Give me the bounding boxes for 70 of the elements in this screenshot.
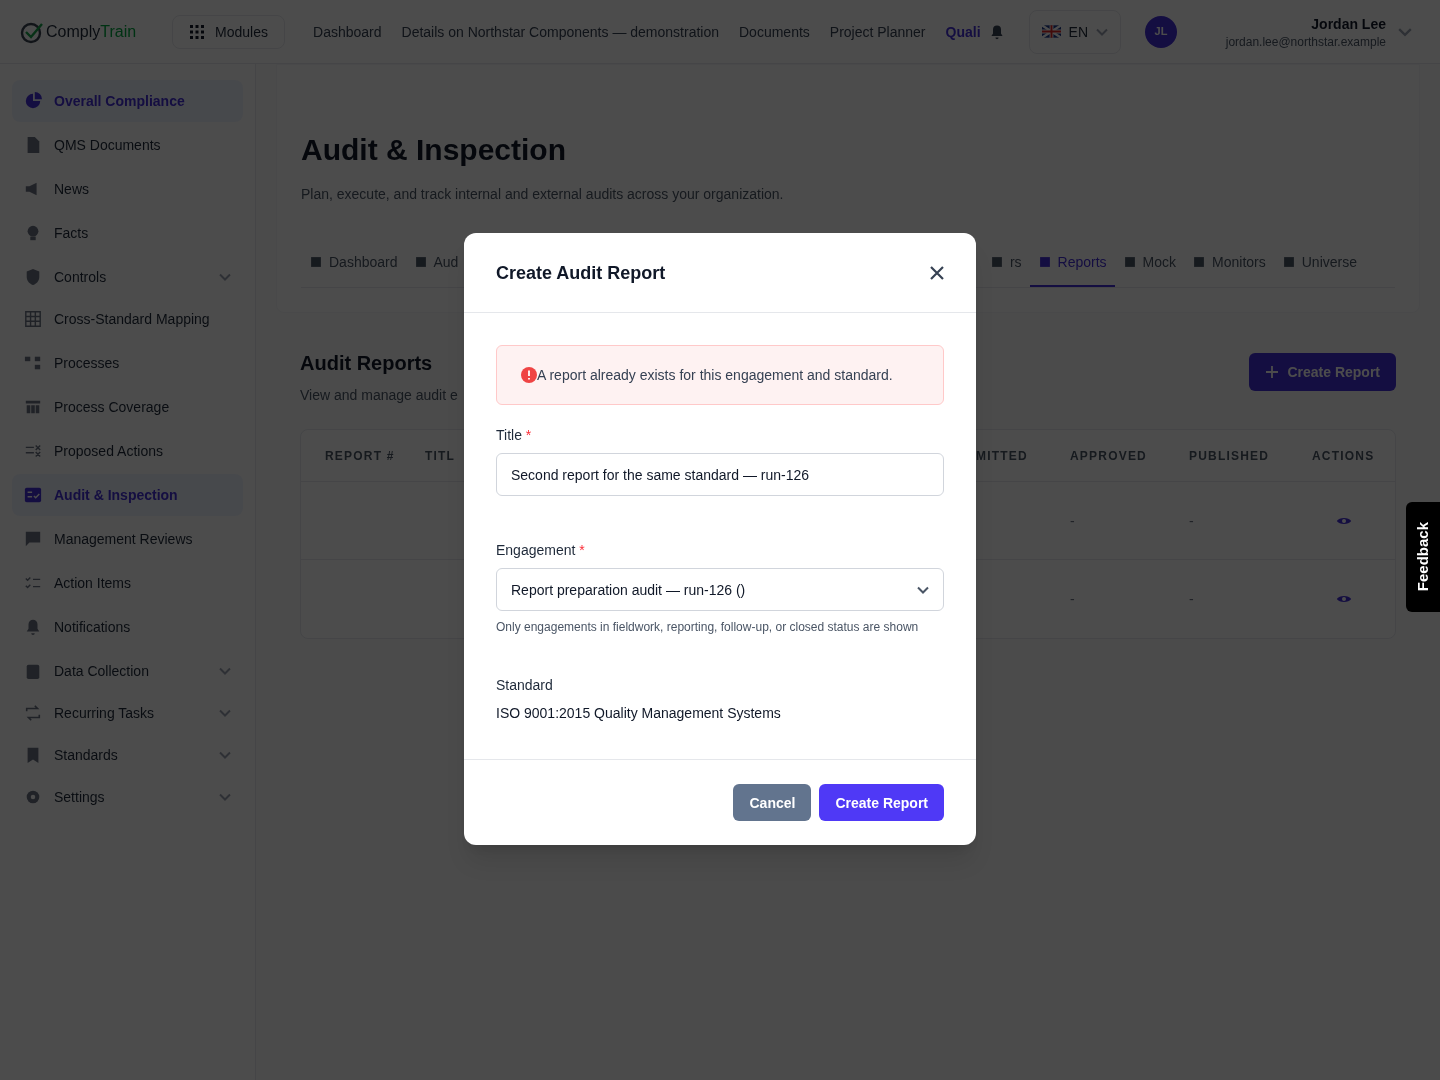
sidebar-item[interactable]: QMS Documents bbox=[12, 124, 243, 166]
nav-link[interactable]: Documents bbox=[739, 21, 810, 42]
standard-value: ISO 9001:2015 Quality Management Systems bbox=[496, 704, 782, 723]
sidebar-item[interactable]: Standards bbox=[12, 734, 243, 776]
section-title: Audit Reports bbox=[300, 351, 434, 376]
repeat-icon bbox=[24, 704, 42, 722]
columns-icon bbox=[24, 398, 42, 416]
table-cell: - bbox=[1189, 512, 1194, 529]
sidebar-item[interactable]: Recurring Tasks bbox=[12, 692, 243, 734]
required-asterisk: * bbox=[579, 542, 585, 558]
sidebar-item[interactable]: Facts bbox=[12, 212, 243, 254]
sidebar-item[interactable]: Data Collection bbox=[12, 650, 243, 692]
sidebar-item[interactable]: Processes bbox=[12, 342, 243, 384]
field-label: Standard bbox=[496, 677, 553, 693]
required-asterisk: * bbox=[525, 427, 532, 443]
chevron-down-icon bbox=[917, 585, 929, 594]
plus-icon bbox=[1265, 365, 1280, 379]
chevron-down-icon bbox=[219, 273, 231, 281]
nav-link[interactable]: Project Planner bbox=[829, 21, 926, 42]
cancel-button[interactable]: Cancel bbox=[733, 784, 812, 821]
table-cell: - bbox=[1070, 512, 1075, 529]
chevron-down-icon bbox=[219, 793, 231, 801]
page-title: Audit & Inspection bbox=[301, 132, 567, 168]
chevron-down-icon bbox=[219, 667, 231, 675]
field-label: Engagement bbox=[496, 542, 576, 558]
sidebar-item[interactable]: Process Coverage bbox=[12, 386, 243, 428]
table-cell: - bbox=[1189, 591, 1194, 607]
checklist-icon bbox=[24, 486, 42, 504]
chevron-down-icon bbox=[219, 751, 231, 759]
nav-link[interactable]: Details on Northstar Components — demonstration bbox=[401, 21, 719, 42]
language-selector[interactable]: EN bbox=[1028, 9, 1121, 54]
help-text: Only engagements in fieldwork, reporting, follow-up, or closed status are shown bbox=[496, 619, 920, 636]
list-check-icon bbox=[24, 442, 42, 460]
brand-logo-text[interactable]: ComplyTrain bbox=[46, 19, 137, 44]
flag-icon bbox=[1041, 25, 1061, 38]
shield-icon bbox=[24, 268, 42, 286]
user-name: Jordan Lee bbox=[1311, 14, 1386, 34]
sidebar-item[interactable]: Audit & Inspection bbox=[12, 474, 243, 516]
tab[interactable]: Reports bbox=[1029, 238, 1115, 287]
chevron-down-icon bbox=[1096, 27, 1108, 36]
sidebar-item[interactable]: Controls bbox=[12, 256, 243, 298]
chevron-down-icon bbox=[1398, 26, 1412, 37]
sidebar-item[interactable]: Cross-Standard Mapping bbox=[12, 298, 243, 340]
engagement-select[interactable]: Report preparation audit — run-126 () bbox=[496, 568, 944, 611]
title-input-field[interactable]: Second report for the same standard — run-126 bbox=[496, 453, 944, 496]
nav-link[interactable]: Dashboard bbox=[313, 21, 382, 42]
sidebar-item[interactable]: Action Items bbox=[12, 562, 243, 604]
flow-icon bbox=[24, 354, 42, 372]
error-icon bbox=[521, 367, 537, 383]
field-label: Title bbox=[496, 427, 522, 443]
grid-icon bbox=[24, 310, 42, 328]
clipboard-icon bbox=[24, 662, 42, 680]
error-message: A report already exists for this engagement and standard. bbox=[537, 366, 893, 385]
grid-dots-icon bbox=[189, 23, 206, 40]
chevron-down-icon bbox=[219, 709, 231, 717]
modal-title: Create Audit Report bbox=[496, 261, 666, 285]
pie-chart-icon bbox=[24, 92, 42, 110]
sidebar-item[interactable]: Notifications bbox=[12, 606, 243, 648]
sidebar-item[interactable]: Settings bbox=[12, 776, 243, 818]
sidebar-item[interactable]: Proposed Actions bbox=[12, 430, 243, 472]
feedback-tab[interactable]: Feedback bbox=[1406, 502, 1440, 612]
sidebar-item[interactable]: News bbox=[12, 168, 243, 210]
create-report-button[interactable]: Create Report bbox=[819, 784, 944, 821]
close-icon[interactable] bbox=[930, 265, 944, 280]
sidebar-item[interactable]: Overall Compliance bbox=[12, 80, 243, 122]
nav-link[interactable]: Quali bbox=[945, 21, 981, 42]
table-cell: - bbox=[1070, 591, 1075, 607]
bell-icon bbox=[24, 618, 42, 636]
sidebar-item[interactable]: Management Reviews bbox=[12, 518, 243, 560]
modules-button[interactable]: Modules bbox=[172, 14, 285, 49]
